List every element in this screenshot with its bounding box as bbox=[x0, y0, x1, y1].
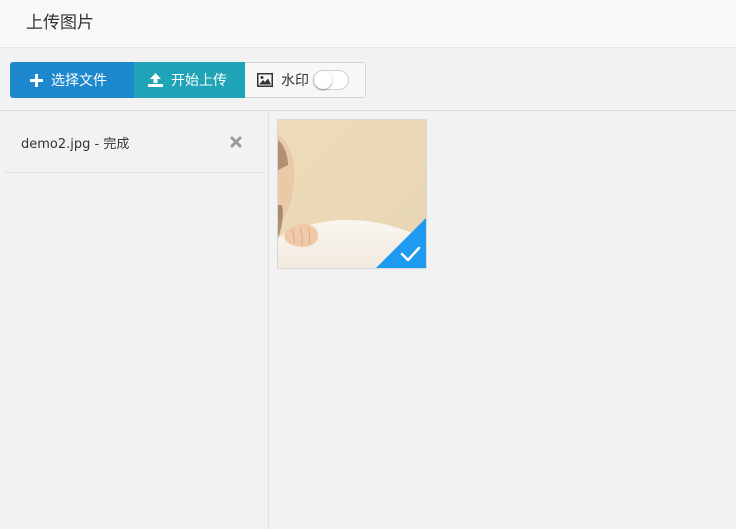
select-files-button[interactable]: 选择文件 bbox=[10, 62, 134, 98]
check-icon bbox=[376, 218, 426, 268]
plus-icon bbox=[30, 73, 43, 87]
select-files-label: 选择文件 bbox=[51, 73, 107, 89]
close-icon[interactable] bbox=[230, 133, 244, 148]
watermark-control: 水印 bbox=[245, 62, 366, 98]
watermark-label: 水印 bbox=[281, 73, 309, 89]
image-icon bbox=[257, 73, 273, 87]
upload-dialog: 上传图片 选择文件 开始上传 水印 demo2.jpg - 完成 bbox=[0, 0, 736, 529]
dialog-title: 上传图片 bbox=[26, 13, 94, 33]
toggle-knob bbox=[314, 71, 332, 89]
file-item-name: demo2.jpg - 完成 bbox=[21, 137, 130, 152]
start-upload-label: 开始上传 bbox=[171, 73, 227, 89]
preview-area bbox=[270, 112, 736, 529]
start-upload-button[interactable]: 开始上传 bbox=[134, 62, 245, 98]
upload-toolbar: 选择文件 开始上传 水印 bbox=[0, 48, 736, 111]
dialog-titlebar: 上传图片 bbox=[0, 0, 736, 48]
file-list-panel: demo2.jpg - 完成 bbox=[0, 112, 269, 529]
watermark-toggle[interactable] bbox=[313, 70, 349, 90]
upload-icon bbox=[148, 73, 163, 87]
toolbar-button-group: 选择文件 开始上传 水印 bbox=[10, 62, 366, 98]
file-list-item[interactable]: demo2.jpg - 完成 bbox=[4, 114, 266, 173]
image-thumbnail[interactable] bbox=[277, 119, 427, 269]
